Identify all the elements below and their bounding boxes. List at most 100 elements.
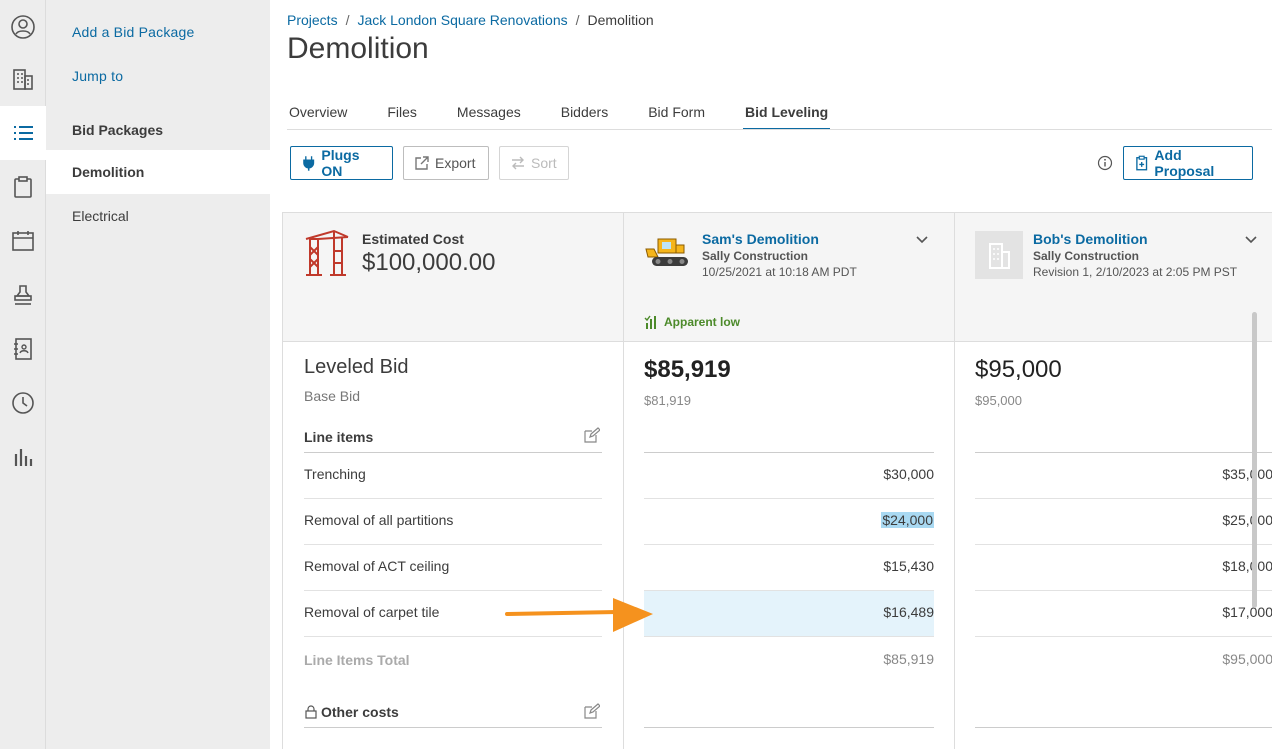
nav-history[interactable]	[0, 376, 46, 430]
row-divider	[975, 636, 1272, 637]
line-item-value[interactable]: $16,489	[644, 604, 934, 620]
line-item-value[interactable]: $24,000	[644, 512, 934, 528]
edit-icon[interactable]	[583, 703, 600, 720]
row-divider	[304, 498, 602, 499]
nav-bid-list[interactable]	[0, 106, 46, 160]
line-item-value[interactable]: $15,430	[644, 558, 934, 574]
apparent-low-badge: Apparent low	[644, 314, 740, 330]
vertical-scrollbar[interactable]	[1252, 312, 1257, 608]
plugs-toggle-button[interactable]: Plugs ON	[290, 146, 393, 180]
bidder-base-total: $95,000	[975, 393, 1022, 408]
row-divider	[975, 452, 1272, 453]
estimated-cost-label: Estimated Cost	[362, 231, 464, 247]
line-items-total-value: $95,000	[1222, 651, 1272, 667]
nav-profile[interactable]	[0, 0, 46, 54]
main-content: Projects / Jack London Square Renovations /…	[270, 0, 1272, 749]
tab-bid-form[interactable]: Bid Form	[646, 104, 707, 130]
edit-icon[interactable]	[583, 427, 600, 444]
chevron-down-icon[interactable]	[914, 231, 930, 247]
tab-bid-leveling[interactable]: Bid Leveling	[743, 104, 831, 130]
breadcrumb-projects[interactable]: Projects	[287, 12, 338, 28]
row-divider	[304, 590, 602, 591]
tab-overview[interactable]: Overview	[287, 104, 349, 130]
line-item-label: Removal of all partitions	[304, 512, 454, 528]
calendar-icon	[12, 231, 34, 251]
bar-chart-icon	[14, 449, 33, 466]
breadcrumb: Projects / Jack London Square Renovations /…	[287, 12, 654, 28]
tab-bidders[interactable]: Bidders	[559, 104, 610, 130]
annotation-arrow-icon	[505, 598, 653, 632]
other-costs-heading: Other costs	[304, 704, 399, 720]
row-divider	[975, 590, 1272, 591]
crane-icon	[305, 229, 349, 276]
export-button[interactable]: Export	[403, 146, 489, 180]
estimated-cost-value: $100,000.00	[362, 249, 496, 276]
stamp-icon	[14, 285, 32, 305]
tab-files[interactable]: Files	[385, 104, 419, 130]
nav-directory[interactable]	[0, 322, 46, 376]
bidder-leveled-total: $95,000	[975, 356, 1062, 383]
nav-approvals[interactable]	[0, 268, 46, 322]
clock-icon	[12, 392, 34, 414]
line-item-value[interactable]: $30,000	[644, 466, 934, 482]
nav-calendar[interactable]	[0, 214, 46, 268]
building-icon	[13, 69, 33, 90]
info-icon[interactable]	[1097, 155, 1113, 171]
row-divider	[644, 636, 934, 637]
line-item-value[interactable]: $18,000	[975, 558, 1272, 574]
bidder-name-link[interactable]: Bob's Demolition	[1033, 231, 1148, 247]
bidder-leveled-total: $85,919	[644, 356, 731, 383]
bulldozer-icon	[645, 238, 688, 266]
app-nav-rail	[0, 0, 46, 749]
bid-packages-heading: Bid Packages	[72, 122, 164, 138]
add-proposal-label: Add Proposal	[1154, 147, 1215, 179]
tabs-divider	[287, 129, 1272, 130]
tab-bar: Overview Files Messages Bidders Bid Form…	[287, 104, 866, 130]
nav-tasks[interactable]	[0, 160, 46, 214]
row-divider	[975, 727, 1272, 728]
bidder-date: 10/25/2021 at 10:18 AM PDT	[702, 265, 857, 279]
row-divider	[644, 498, 934, 499]
plug-icon	[303, 156, 315, 171]
sort-button[interactable]: Sort	[499, 146, 569, 180]
bid-package-sidebar: Add a Bid Package Jump to Bid Packages D…	[46, 0, 270, 749]
user-circle-icon	[11, 15, 35, 39]
chevron-down-icon[interactable]	[1243, 231, 1259, 247]
row-divider	[975, 544, 1272, 545]
line-item-value[interactable]: $35,000	[975, 466, 1272, 482]
breadcrumb-project[interactable]: Jack London Square Renovations	[357, 12, 567, 28]
selected-value-text: $24,000	[881, 512, 934, 528]
column-divider	[954, 213, 955, 749]
tab-messages[interactable]: Messages	[455, 104, 523, 130]
bidder-placeholder-logo	[975, 231, 1023, 279]
building-icon	[989, 243, 1010, 269]
nav-reports[interactable]	[0, 430, 46, 484]
line-item-label: Removal of carpet tile	[304, 604, 440, 620]
export-icon	[415, 156, 429, 170]
apparent-low-text: Apparent low	[664, 315, 741, 329]
breadcrumb-separator: /	[575, 12, 580, 28]
clipboard-icon	[14, 176, 32, 198]
line-items-total-label: Line Items Total	[304, 652, 410, 668]
add-bid-package-link[interactable]: Add a Bid Package	[72, 24, 194, 40]
line-item-value[interactable]: $17,000	[975, 604, 1272, 620]
sidebar-item-electrical[interactable]: Electrical	[46, 194, 270, 238]
row-divider	[304, 544, 602, 545]
line-item-value[interactable]: $25,000	[975, 512, 1272, 528]
column-divider	[623, 213, 624, 749]
list-icon	[14, 126, 33, 140]
address-book-icon	[14, 338, 32, 360]
row-divider	[304, 452, 602, 453]
sort-icon	[512, 156, 524, 170]
signal-bars-icon	[644, 315, 656, 329]
line-item-label: Removal of ACT ceiling	[304, 558, 450, 574]
plugs-label: Plugs ON	[321, 147, 360, 179]
add-proposal-button[interactable]: Add Proposal	[1123, 146, 1253, 180]
row-divider	[644, 452, 934, 453]
sidebar-item-demolition[interactable]: Demolition	[46, 150, 270, 194]
nav-projects[interactable]	[0, 52, 46, 106]
page-title: Demolition	[287, 32, 429, 65]
jump-to-link[interactable]: Jump to	[72, 68, 123, 84]
bidder-name-link[interactable]: Sam's Demolition	[702, 231, 819, 247]
row-divider	[644, 544, 934, 545]
